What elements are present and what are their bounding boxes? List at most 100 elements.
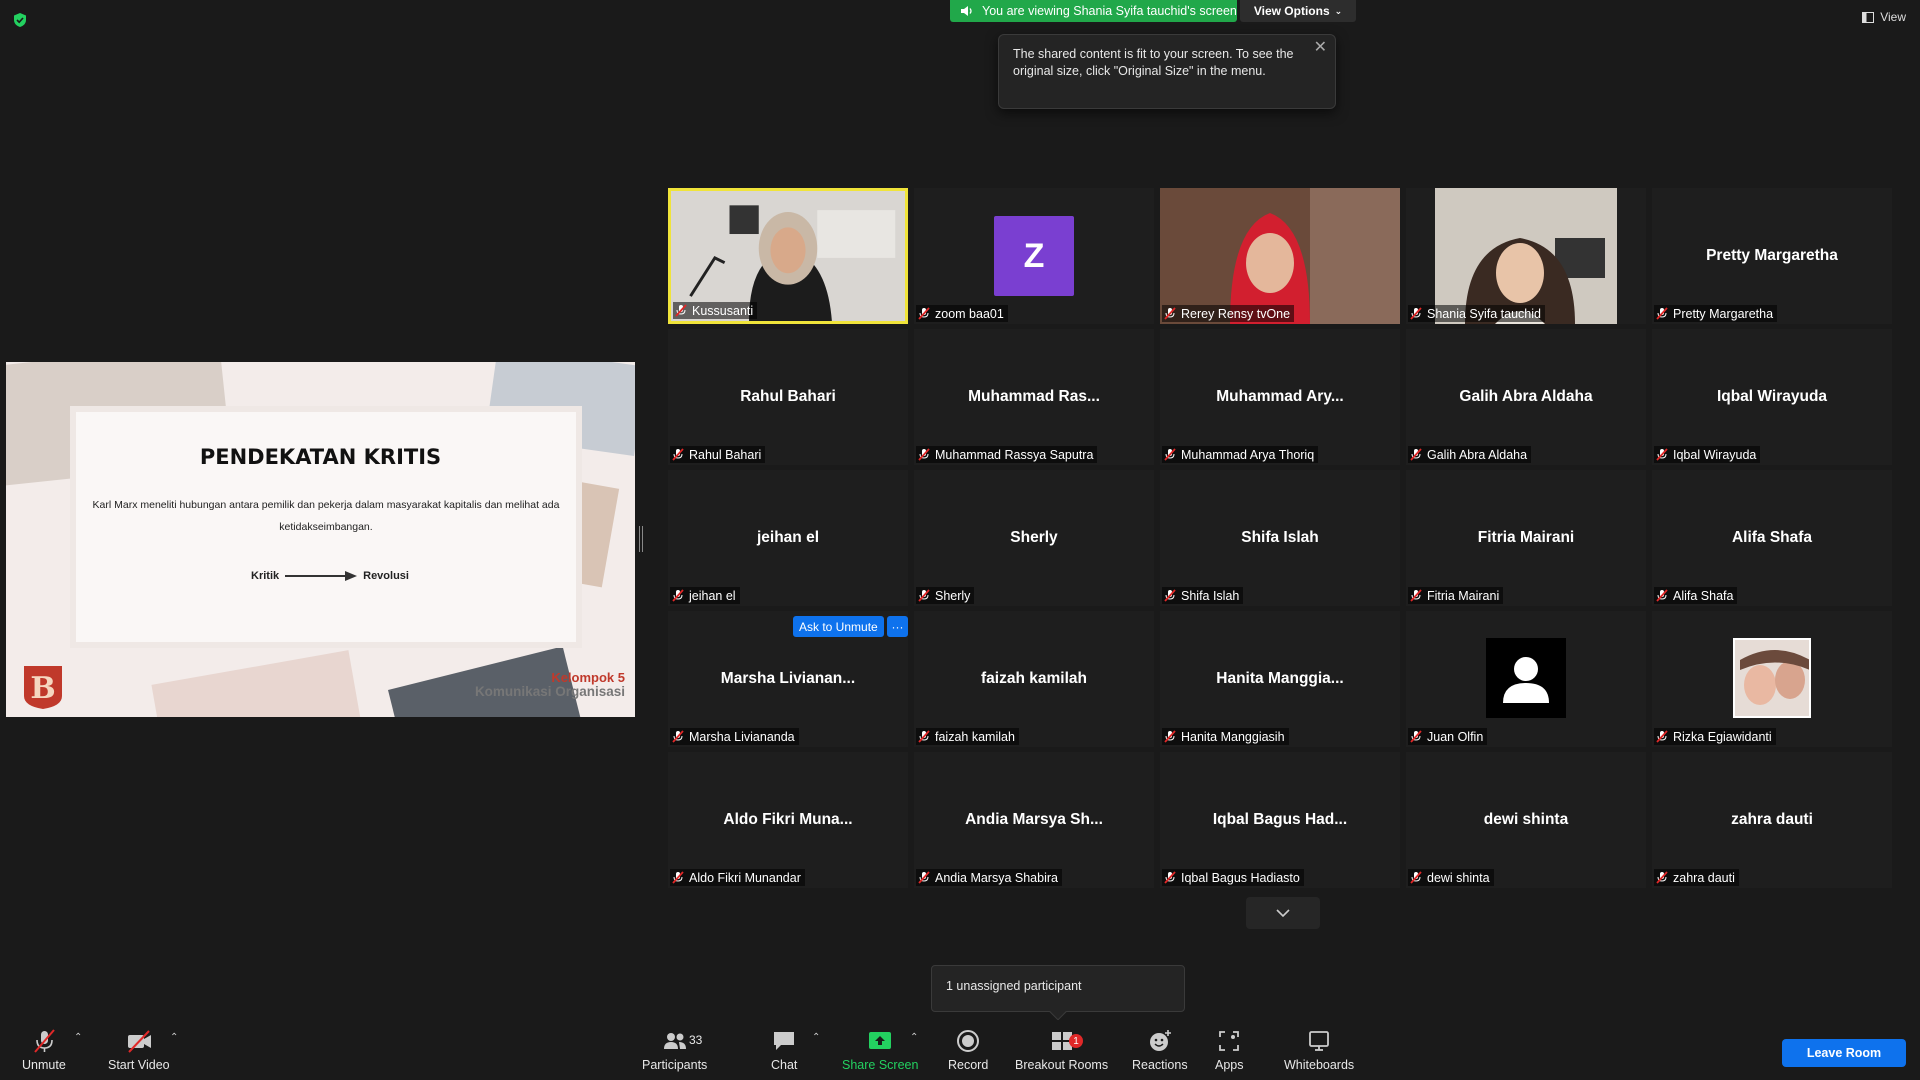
participant-tile[interactable]: Rizka Egiawidanti <box>1652 611 1892 747</box>
chat-options-caret[interactable]: ⌃ <box>812 1032 820 1043</box>
participant-name: Kussusanti <box>692 303 754 318</box>
view-button[interactable]: View <box>1862 10 1906 24</box>
participant-display-name: Marsha Livianan... <box>720 670 856 687</box>
leave-room-button[interactable]: Leave Room <box>1782 1039 1906 1067</box>
participant-name: Galih Abra Aldaha <box>1427 447 1528 462</box>
participant-name: Shifa Islah <box>1181 588 1240 603</box>
encryption-shield-icon[interactable] <box>12 12 28 28</box>
participant-name-label: Shania Syifa tauchid <box>1408 305 1545 322</box>
muted-mic-icon <box>1656 730 1668 743</box>
participant-tile[interactable]: jeihan el jeihan el <box>668 470 908 606</box>
participant-name-label: Shifa Islah <box>1162 587 1244 604</box>
participant-name: jeihan el <box>689 588 736 603</box>
participant-name-label: Fitria Mairani <box>1408 587 1504 604</box>
participant-tile[interactable]: Shania Syifa tauchid <box>1406 188 1646 324</box>
muted-mic-icon <box>672 730 684 743</box>
participant-name-label: Marsha Liviananda <box>670 728 799 745</box>
participant-tile[interactable]: Aldo Fikri Muna... Aldo Fikri Munandar <box>668 752 908 888</box>
participant-tile[interactable]: Muhammad Ras... Muhammad Rassya Saputra <box>914 329 1154 465</box>
reactions-button[interactable]: Reactions <box>1132 1028 1188 1072</box>
slide-group: Kelompok 5 <box>551 670 625 685</box>
record-label: Record <box>948 1058 989 1072</box>
participant-display-name: Shifa Islah <box>1241 529 1319 546</box>
participant-tile[interactable]: Iqbal Bagus Had... Iqbal Bagus Hadiasto <box>1160 752 1400 888</box>
participant-name: faizah kamilah <box>935 729 1015 744</box>
start-video-button[interactable]: Start Video <box>108 1028 170 1072</box>
breakout-rooms-label: Breakout Rooms <box>1015 1058 1109 1072</box>
apps-button[interactable]: Apps <box>1215 1028 1244 1072</box>
participant-name-label: Iqbal Wirayuda <box>1654 446 1761 463</box>
participant-tile[interactable]: Rerey Rensy tvOne <box>1160 188 1400 324</box>
share-options-caret[interactable]: ⌃ <box>910 1032 918 1043</box>
meeting-toolbar: Unmute ⌃ Start Video ⌃ Participants 33 C… <box>0 1020 1920 1080</box>
participants-count: 33 <box>689 1033 703 1047</box>
viewing-banner-text: You are viewing Shania Syifa tauchid's s… <box>982 4 1237 18</box>
participant-name-label: Rahul Bahari <box>670 446 766 463</box>
muted-mic-icon <box>918 307 930 320</box>
participant-tile[interactable]: Muhammad Ary... Muhammad Arya Thoriq <box>1160 329 1400 465</box>
view-layout-icon <box>1862 11 1875 23</box>
view-options-label: View Options <box>1253 4 1330 18</box>
participant-tile[interactable]: Hanita Manggia... Hanita Manggiasih <box>1160 611 1400 747</box>
slide-decoration <box>151 650 361 717</box>
share-screen-button[interactable]: Share Screen <box>842 1028 918 1072</box>
shared-screen[interactable]: PENDEKATAN KRITIS Karl Marx meneliti hub… <box>6 362 635 717</box>
share-screen-icon <box>869 1032 892 1049</box>
chat-icon <box>774 1032 795 1050</box>
participant-name: Muhammad Rassya Saputra <box>935 447 1094 462</box>
view-label: View <box>1880 10 1906 24</box>
audio-options-caret[interactable]: ⌃ <box>74 1032 82 1043</box>
chat-button[interactable]: Chat <box>771 1028 797 1072</box>
participant-tile[interactable]: faizah kamilah faizah kamilah <box>914 611 1154 747</box>
participant-display-name: Hanita Manggia... <box>1216 670 1344 687</box>
chevron-down-icon <box>1276 909 1290 917</box>
participant-tile[interactable]: Galih Abra Aldaha Galih Abra Aldaha <box>1406 329 1646 465</box>
participant-name-label: zahra dauti <box>1654 869 1739 886</box>
muted-mic-icon <box>918 589 930 602</box>
record-button[interactable]: Record <box>948 1028 988 1072</box>
participant-name: zoom baa01 <box>935 306 1004 321</box>
participant-tile[interactable]: dewi shinta dewi shinta <box>1406 752 1646 888</box>
participant-tile[interactable]: Juan Olfin <box>1406 611 1646 747</box>
participant-name: Hanita Manggiasih <box>1181 729 1285 744</box>
apps-label: Apps <box>1215 1058 1244 1072</box>
participant-tile[interactable]: Fitria Mairani Fitria Mairani <box>1406 470 1646 606</box>
participant-name-label: Sherly <box>916 587 975 604</box>
participant-tile[interactable]: Zzoom baa01 <box>914 188 1154 324</box>
participant-tile[interactable]: Rahul Bahari Rahul Bahari <box>668 329 908 465</box>
participant-tile[interactable]: Iqbal Wirayuda Iqbal Wirayuda <box>1652 329 1892 465</box>
breakout-rooms-button[interactable]: Breakout Rooms <box>1015 1028 1108 1072</box>
participant-tile[interactable]: Kussusanti <box>668 188 908 324</box>
next-page-button[interactable] <box>1246 897 1320 929</box>
participant-name-label: Hanita Manggiasih <box>1162 728 1289 745</box>
reactions-label: Reactions <box>1132 1058 1188 1072</box>
participant-tile[interactable]: Alifa Shafa Alifa Shafa <box>1652 470 1892 606</box>
view-options-button[interactable]: View Options ⌄ <box>1240 0 1356 22</box>
participant-tile[interactable]: zahra dauti zahra dauti <box>1652 752 1892 888</box>
whiteboards-label: Whiteboards <box>1284 1058 1355 1072</box>
participant-name-label: Iqbal Bagus Hadiasto <box>1162 869 1304 886</box>
participant-tile[interactable]: Shifa Islah Shifa Islah <box>1160 470 1400 606</box>
participant-name: Shania Syifa tauchid <box>1427 306 1541 321</box>
muted-mic-icon <box>918 448 930 461</box>
popup-pointer <box>1049 1003 1067 1021</box>
participant-tile[interactable]: Pretty Margaretha Pretty Margaretha <box>1652 188 1892 324</box>
muted-mic-icon <box>675 304 687 317</box>
participant-display-name: zahra dauti <box>1731 811 1813 828</box>
participants-label: Participants <box>642 1058 708 1072</box>
unmute-button[interactable]: Unmute <box>22 1028 66 1072</box>
splitter-handle[interactable] <box>639 526 643 552</box>
close-icon[interactable]: ✕ <box>1314 39 1327 56</box>
participant-name: Iqbal Wirayuda <box>1673 447 1757 462</box>
participant-name-label: Andia Marsya Shabira <box>916 869 1062 886</box>
more-options-button[interactable]: ··· <box>887 616 908 637</box>
whiteboards-button[interactable]: Whiteboards <box>1284 1028 1354 1072</box>
participant-name: Muhammad Arya Thoriq <box>1181 447 1315 462</box>
muted-mic-icon <box>34 1029 55 1053</box>
ask-to-unmute-button[interactable]: Ask to Unmute <box>793 616 884 637</box>
participant-tile[interactable]: Sherly Sherly <box>914 470 1154 606</box>
participant-name-label: faizah kamilah <box>916 728 1019 745</box>
participant-tile[interactable]: Andia Marsya Sh... Andia Marsya Shabira <box>914 752 1154 888</box>
avatar <box>1733 638 1811 718</box>
video-options-caret[interactable]: ⌃ <box>170 1032 178 1043</box>
